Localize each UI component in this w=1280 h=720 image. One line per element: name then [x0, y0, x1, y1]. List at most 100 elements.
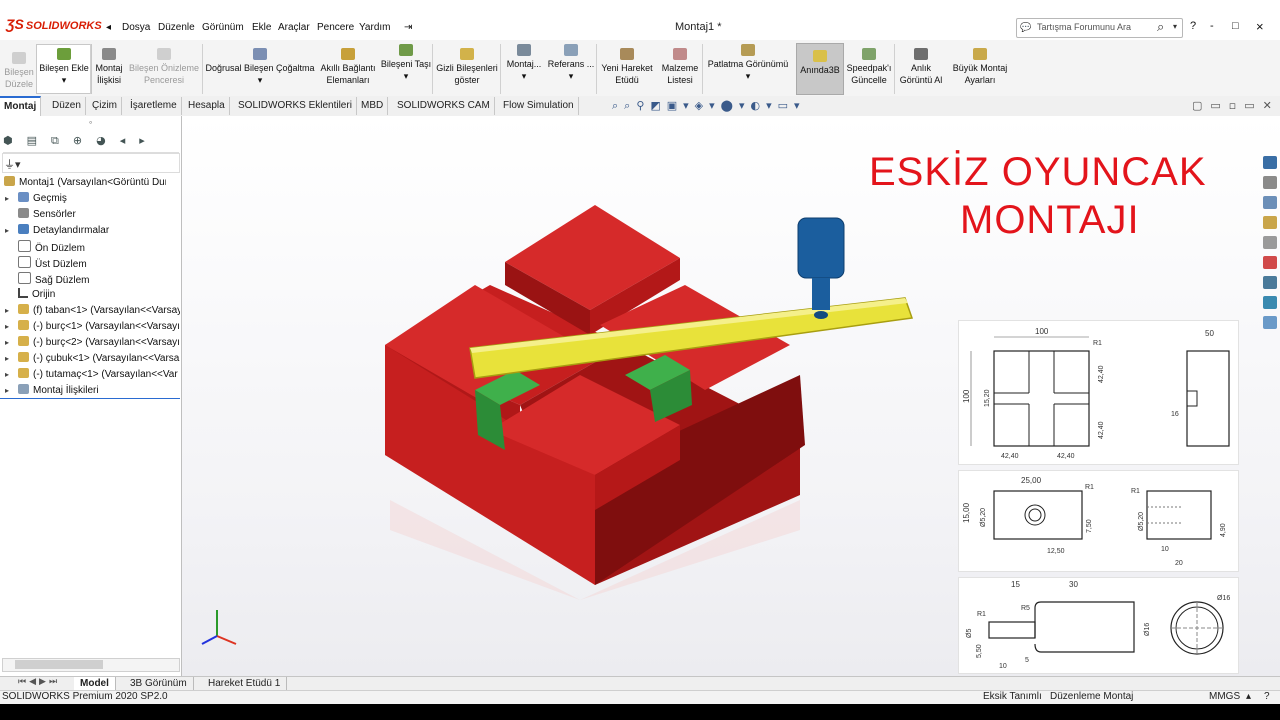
ribbon-montaj-ozellikleri[interactable]: Montaj... ▾ [504, 44, 544, 82]
menu-dosya[interactable]: Dosya [122, 22, 150, 33]
tab-eklentiler[interactable]: SOLIDWORKS Eklentileri [234, 97, 357, 115]
chevron-down-icon[interactable]: ▾ [746, 71, 751, 81]
assembly-model[interactable] [380, 200, 920, 600]
tab-model[interactable]: Model [74, 677, 116, 690]
expand-arrow-icon[interactable]: ▸ [5, 386, 9, 395]
status-editing[interactable]: Düzenleme Montaj [1050, 691, 1133, 702]
ribbon-referans[interactable]: Referans ... ▾ [546, 44, 596, 82]
menu-gorunum[interactable]: Görünüm [202, 22, 244, 33]
tree-item-orijin[interactable]: Orijin [18, 288, 180, 300]
chevron-down-icon[interactable]: ▾ [404, 71, 409, 81]
status-units[interactable]: MMGS [1209, 691, 1240, 702]
ribbon-yeni-hareket-etudu[interactable]: Yeni Hareket Etüdü [598, 48, 656, 86]
property-icon[interactable]: ▤ [27, 134, 51, 147]
tab-cam[interactable]: SOLIDWORKS CAM [393, 97, 495, 115]
ribbon-bilesen-ekle[interactable]: Bileşen Ekle ▾ [36, 44, 92, 94]
panel-grip-icon[interactable]: ∘ [88, 118, 93, 127]
pin-icon[interactable]: ⇥ [404, 22, 412, 33]
units-chevron-icon[interactable]: ▴ [1246, 691, 1251, 702]
tree-item-detaylandirmalar[interactable]: Detaylandırmalar [18, 224, 180, 236]
tree-item-montaj-iliskileri[interactable]: Montaj İlişkileri [18, 384, 180, 396]
ribbon-aninda3b[interactable]: Anında3B [796, 43, 844, 95]
ribbon-patlatma-gorunumu[interactable]: Patlatma Görünümü ▾ [704, 44, 792, 82]
chevron-down-icon[interactable]: ▾ [62, 75, 67, 85]
tree-item-ust-duzlem[interactable]: Üst Düzlem [18, 256, 180, 270]
help-icon[interactable]: ? [1264, 691, 1270, 702]
feature-tree-icon[interactable]: ⬢ [3, 134, 27, 147]
ribbon-malzeme-listesi[interactable]: Malzeme Listesi [658, 48, 702, 86]
tree-item-cubuk[interactable]: (-) çubuk<1> (Varsayılan<<Varsa [18, 352, 180, 364]
ribbon-gizli-bilesenler[interactable]: Gizli Bileşenleri göster [436, 48, 498, 86]
tree-item-on-duzlem[interactable]: Ön Düzlem [18, 240, 180, 254]
ribbon-buyuk-montaj[interactable]: Büyük Montaj Ayarları [948, 48, 1012, 86]
ribbon-bilesen-onizleme[interactable]: Bileşen Önizleme Penceresi [128, 48, 200, 86]
tab-cizim[interactable]: Çizim [88, 97, 122, 115]
chevron-down-icon[interactable]: ▾ [569, 71, 574, 81]
tab-3b-gorunum[interactable]: 3B Görünüm [124, 677, 194, 690]
expand-arrow-icon[interactable]: ▸ [5, 226, 9, 235]
rollback-bar[interactable] [0, 398, 180, 399]
menu-pin-icon[interactable]: ◂ [106, 22, 111, 33]
ribbon-bilesen-duzele[interactable]: Bileşen Düzele [2, 52, 36, 90]
viewport-window-controls[interactable]: ▢▭▫▭✕ [1192, 99, 1280, 112]
horizontal-scrollbar[interactable] [2, 658, 180, 672]
panel-tabs[interactable]: ⬢▤⧉⊕◕◂▸ [3, 134, 179, 153]
tree-item-sensorler[interactable]: Sensörler [18, 208, 180, 220]
forum-icon[interactable] [1263, 296, 1277, 309]
heads-up-view-toolbar[interactable]: ⌕⌕⚲◩▣▾◈▾⬤▾◐▾▭▾ [612, 99, 806, 113]
minimize-icon[interactable]: - [1210, 20, 1214, 32]
menu-araclar[interactable]: Araçlar [278, 22, 310, 33]
chevron-down-icon[interactable]: ▾ [258, 75, 263, 85]
chat-icon[interactable] [1263, 316, 1277, 329]
expand-arrow-icon[interactable]: ▸ [5, 338, 9, 347]
ribbon-anlik-goruntu[interactable]: Anlık Görüntü Al [896, 48, 946, 86]
expand-arrow-icon[interactable]: ▸ [5, 370, 9, 379]
solidworks-logo[interactable]: ƷS SOLIDWORKS [6, 16, 102, 32]
chevron-down-icon[interactable]: ▾ [522, 71, 527, 81]
tab-hareket-etudu[interactable]: Hareket Etüdü 1 [202, 677, 288, 690]
tree-item-tutamac[interactable]: (-) tutamaç<1> (Varsayılan<<Var [18, 368, 180, 380]
close-icon[interactable]: × [1256, 19, 1264, 34]
ribbon-akilli-baglanti[interactable]: Akıllı Bağlantı Elemanları [318, 48, 378, 86]
expand-arrow-icon[interactable]: ▸ [5, 322, 9, 331]
menu-duzenle[interactable]: Düzenle [158, 22, 195, 33]
search-input[interactable]: 💬 Tartışma Forumunu Ara ⌕ ▾ [1016, 18, 1183, 38]
maximize-icon[interactable]: □ [1232, 20, 1239, 32]
view-palette-icon[interactable] [1263, 236, 1277, 249]
tree-root-assembly[interactable]: Montaj1 (Varsayılan<Görüntü Durumu [4, 176, 166, 188]
custom-properties-icon[interactable] [1263, 276, 1277, 289]
scrollbar-thumb[interactable] [15, 660, 103, 669]
search-icon[interactable]: ⌕ [1157, 19, 1164, 35]
tab-duzen[interactable]: Düzen [48, 97, 86, 115]
ribbon-dogrusal-cogaltma[interactable]: Doğrusal Bileşen Çoğaltma ▾ [204, 48, 316, 86]
ribbon-montaj-iliskisi[interactable]: Montaj İlişkisi [92, 48, 126, 86]
ribbon-bileseni-tasi[interactable]: Bileşeni Taşı ▾ [380, 44, 432, 82]
chevron-down-icon[interactable]: ▾ [1173, 22, 1177, 31]
menu-ekle[interactable]: Ekle [252, 22, 271, 33]
tree-item-gecmis[interactable]: Geçmiş [18, 192, 180, 204]
tab-isaretleme[interactable]: İşaretleme [126, 97, 182, 115]
scroll-icon[interactable]: ◂▸ [120, 134, 159, 147]
help-icon[interactable]: ? [1190, 20, 1196, 32]
solidworks-resources-icon[interactable] [1263, 156, 1277, 169]
menu-pencere[interactable]: Pencere [317, 22, 354, 33]
appearances-icon[interactable] [1263, 256, 1277, 269]
tab-mbd[interactable]: MBD [357, 97, 389, 115]
tab-hesapla[interactable]: Hesapla [184, 97, 230, 115]
design-library-icon[interactable] [1263, 196, 1277, 209]
expand-arrow-icon[interactable]: ▸ [5, 306, 9, 315]
dimxpert-icon[interactable]: ⊕ [73, 134, 96, 147]
filter-input[interactable] [2, 153, 180, 173]
tree-item-burc-1[interactable]: (-) burç<1> (Varsayılan<<Varsayı [18, 320, 180, 332]
tab-scroll-arrows[interactable]: ⏮◀▶⏭ [18, 677, 60, 687]
config-icon[interactable]: ⧉ [51, 134, 73, 147]
menu-yardim[interactable]: Yardım [359, 22, 391, 33]
tree-item-burc-2[interactable]: (-) burç<2> (Varsayılan<<Varsayı [18, 336, 180, 348]
home-icon[interactable] [1263, 176, 1277, 189]
file-explorer-icon[interactable] [1263, 216, 1277, 229]
tab-montaj[interactable]: Montaj [0, 96, 42, 116]
tab-flow-simulation[interactable]: Flow Simulation [499, 97, 579, 115]
tree-item-sag-duzlem[interactable]: Sağ Düzlem [18, 272, 180, 286]
expand-arrow-icon[interactable]: ▸ [5, 354, 9, 363]
display-icon[interactable]: ◕ [96, 134, 120, 147]
